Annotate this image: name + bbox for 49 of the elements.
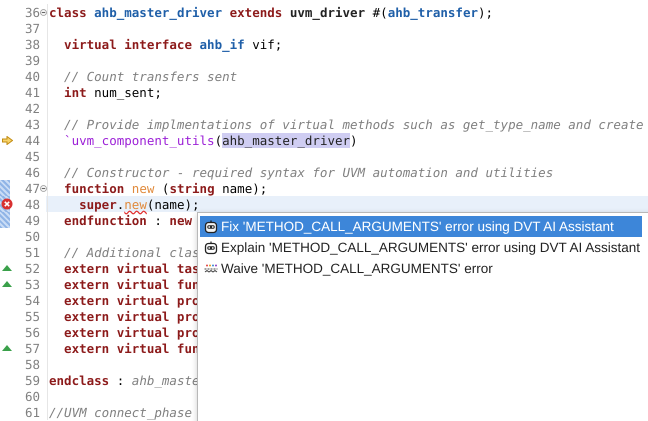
code-line: virtual interface ahb_if vif;: [63, 36, 282, 52]
line-number: 36: [24, 4, 40, 20]
arrow-icon: [2, 136, 12, 144]
collapse-icon[interactable]: [40, 8, 47, 16]
line-number: 40: [24, 68, 40, 84]
code-line: endfunction : new: [63, 212, 192, 228]
triangle-icon: [2, 345, 12, 351]
line-number: 54: [24, 292, 40, 308]
line-number: 48: [24, 196, 40, 212]
robot-icon: [204, 240, 218, 254]
line-number: 49: [24, 212, 40, 228]
error-icon: [1, 198, 13, 210]
line-number: 42: [24, 100, 40, 116]
code-line: // Constructor - required syntax for UVM automation and utilities: [63, 164, 554, 180]
robot-icon: [204, 220, 218, 234]
line-number: 44: [24, 132, 40, 148]
line-number: 60: [24, 388, 40, 404]
line-number: 59: [24, 372, 40, 388]
code-line: // Provide implmentations of virtual methods such as get_type_name and create: [63, 116, 644, 132]
code-line: int num_sent;: [63, 84, 162, 100]
line-number: 39: [24, 52, 40, 68]
line-number: 57: [24, 340, 40, 356]
line-number: 61: [24, 404, 40, 420]
line-number: 46: [24, 164, 40, 180]
code-line: `uvm_component_utils(ahb_master_driver): [63, 132, 358, 148]
code-line: //UVM connect_phase: [48, 404, 192, 420]
line-number: 56: [24, 324, 40, 340]
menu-item[interactable]: Fix 'METHOD_CALL_ARGUMENTS' error using DVT AI Assistant: [200, 216, 642, 237]
menu-item[interactable]: Waive 'METHOD_CALL_ARGUMENTS' error: [200, 258, 642, 279]
line-number: 37: [24, 20, 40, 36]
line-number: 47: [24, 180, 40, 196]
line-number: 53: [24, 276, 40, 292]
menu-item[interactable]: Explain 'METHOD_CALL_ARGUMENTS' error using DVT AI Assistant: [200, 237, 642, 258]
line-number: 55: [24, 308, 40, 324]
line-number: 50: [24, 228, 40, 244]
line-number: 45: [24, 148, 40, 164]
line-number: 58: [24, 356, 40, 372]
code-line: function new (string name);: [63, 180, 268, 196]
line-number: 41: [24, 84, 40, 100]
line-number: 43: [24, 116, 40, 132]
code-line: class ahb_master_driver extends uvm_driver #(ahb_transfer);: [48, 4, 494, 20]
code-line: // Count transfers sent: [63, 68, 238, 84]
code-line: super.new(name);: [78, 196, 200, 212]
collapse-icon[interactable]: [40, 184, 47, 192]
line-number: 38: [24, 36, 40, 52]
line-number: 52: [24, 260, 40, 276]
code-line: endclass : ahb_maste: [48, 372, 200, 388]
waive-icon: [204, 264, 218, 274]
line-number: 51: [24, 244, 40, 260]
